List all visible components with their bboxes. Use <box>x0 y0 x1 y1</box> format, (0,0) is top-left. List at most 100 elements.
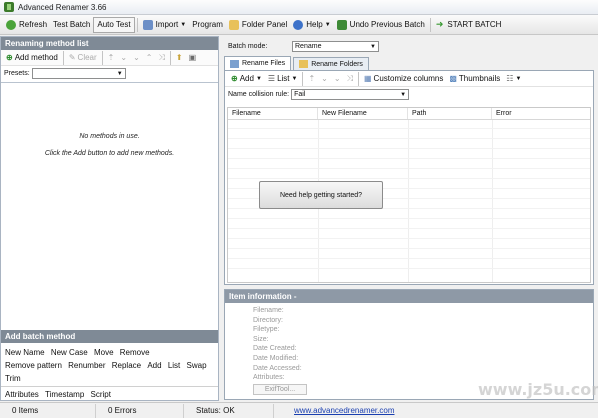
add-icon: ⊕ <box>6 53 13 62</box>
collision-rule-select[interactable]: Fail ▼ <box>291 88 410 100</box>
move-bottom-button[interactable]: ⌄ <box>331 74 344 83</box>
shuffle-button[interactable]: ⤨ <box>155 53 167 63</box>
methods-list[interactable]: No methods in use. Click the Add button … <box>1 82 218 322</box>
grid-line <box>228 168 590 169</box>
auto-test-toggle[interactable]: Auto Test <box>93 16 135 33</box>
save-preset-button[interactable]: ▣ <box>186 53 200 62</box>
clear-icon: ✎ <box>68 53 76 62</box>
toolbar-divider <box>169 50 171 65</box>
tab-rename-folders[interactable]: Rename Folders <box>293 57 369 70</box>
empty-methods-message: No methods in use. <box>79 133 140 140</box>
chevron-down-icon: ▼ <box>180 21 187 28</box>
batch-method-remove[interactable]: Remove <box>120 346 150 359</box>
start-batch-button[interactable]: ➜ START BATCH <box>433 17 505 33</box>
collapse-button[interactable]: ⌄ <box>130 53 143 62</box>
toolbar-divider <box>357 71 359 86</box>
batch-method-trim[interactable]: Trim <box>5 372 21 385</box>
add-method-button[interactable]: ⊕ Add method <box>3 53 61 62</box>
program-button[interactable]: Program <box>189 17 226 33</box>
load-preset-button[interactable]: ⬆ <box>173 53 186 62</box>
column-path[interactable]: Path <box>408 108 492 119</box>
batch-method-move[interactable]: Move <box>94 346 114 359</box>
grid-line <box>228 258 590 259</box>
batch-method-list[interactable]: List <box>168 359 180 372</box>
clear-button[interactable]: ✎ Clear <box>66 53 100 62</box>
tab-rename-files[interactable]: Rename Files <box>224 56 292 70</box>
watermark: www.jz5u.com <box>478 380 598 399</box>
columns-icon: ▦ <box>363 74 372 83</box>
chevron-down-icon: ▼ <box>291 75 298 82</box>
batch-mode-label: Batch mode: <box>228 42 268 50</box>
chevron-up-icon: ⌃ <box>145 53 153 62</box>
status-text: Status: OK <box>184 403 274 418</box>
grid-line <box>228 148 590 149</box>
move-down-button[interactable]: ⌄ <box>117 53 130 62</box>
batch-method-script[interactable]: Script <box>91 389 111 401</box>
field-date-modified: Date Modified: <box>253 354 299 362</box>
undo-previous-batch-button[interactable]: Undo Previous Batch <box>334 17 428 33</box>
batch-method-renumber[interactable]: Renumber <box>68 359 105 372</box>
folder-panel-button[interactable]: Folder Panel <box>226 17 290 33</box>
empty-methods-hint: Click the Add button to add new methods. <box>44 150 175 157</box>
move-up-button[interactable]: ⇡ <box>105 53 118 62</box>
batch-mode-select[interactable]: Rename ▼ <box>292 40 379 52</box>
window-title: Advanced Renamer 3.66 <box>18 2 107 12</box>
batch-method-attributes[interactable]: Attributes <box>5 389 39 401</box>
import-menu-button[interactable]: Import ▼ <box>140 17 190 33</box>
column-new-filename[interactable]: New Filename <box>318 108 408 119</box>
field-filetype: Filetype: <box>253 326 280 334</box>
status-items: 0 Items <box>0 403 96 418</box>
arrow-up-icon: ⇡ <box>107 53 115 62</box>
chevron-down-icon: ▼ <box>400 91 407 98</box>
batch-method-add[interactable]: Add <box>147 359 161 372</box>
toolbar-divider <box>429 17 431 32</box>
refresh-icon <box>6 19 16 30</box>
batch-method-new-case[interactable]: New Case <box>51 346 88 359</box>
chevron-down-icon: ▼ <box>255 75 262 82</box>
move-down-button[interactable]: ⌄ <box>318 74 331 83</box>
grid-view-icon: ☷ <box>506 74 514 83</box>
chevron-down-icon: ▼ <box>116 70 123 77</box>
column-filename[interactable]: Filename <box>228 108 318 119</box>
shuffle-button[interactable]: ⤨ <box>344 74 356 84</box>
view-menu-button[interactable]: ☷ ▼ <box>503 74 524 83</box>
field-date-created: Date Created: <box>253 345 297 353</box>
website-link[interactable]: www.advancedrenamer.com <box>274 406 395 415</box>
chevron-down-icon: ⌄ <box>133 53 140 62</box>
thumbnails-button[interactable]: ▩ Thumbnails <box>446 74 503 83</box>
field-directory: Directory: <box>253 316 283 324</box>
save-icon: ▣ <box>188 53 197 62</box>
help-menu-button[interactable]: Help ▼ <box>290 17 333 33</box>
file-tabs: Rename Files Rename Folders <box>224 56 371 70</box>
move-up-button[interactable]: ⇡ <box>305 74 318 83</box>
grid-line <box>228 238 590 239</box>
expand-button[interactable]: ⌃ <box>143 53 156 62</box>
add-batch-method-header: Add batch method <box>1 330 218 343</box>
help-icon <box>293 19 304 30</box>
grid-line <box>228 248 590 249</box>
help-getting-started-button[interactable]: Need help getting started? <box>259 181 383 209</box>
presets-label: Presets: <box>4 69 30 77</box>
batch-method-remove-pattern[interactable]: Remove pattern <box>5 359 62 372</box>
presets-select[interactable]: ▼ <box>31 67 126 79</box>
test-batch-button[interactable]: Test Batch <box>50 17 93 33</box>
add-files-button[interactable]: ⊕ Add ▼ <box>228 74 265 83</box>
exiftool-button[interactable]: ExifTool... <box>253 384 307 395</box>
list-menu-button[interactable]: ☰ List ▼ <box>265 74 301 83</box>
upload-icon: ⬆ <box>175 53 183 62</box>
batch-method-replace[interactable]: Replace <box>112 359 141 372</box>
undo-icon <box>336 19 347 30</box>
item-information-header: Item information - <box>225 290 593 303</box>
grid-line <box>228 218 590 219</box>
files-grid[interactable]: Filename New Filename Path Error Need he… <box>227 107 591 283</box>
refresh-button[interactable]: Refresh <box>3 17 50 33</box>
customize-columns-button[interactable]: ▦ Customize columns <box>361 74 446 83</box>
batch-method-new-name[interactable]: New Name <box>5 346 45 359</box>
app-icon <box>4 2 14 12</box>
chevron-down-icon: ▼ <box>515 75 522 82</box>
batch-method-timestamp[interactable]: Timestamp <box>45 389 84 401</box>
status-bar: 0 Items 0 Errors Status: OK www.advanced… <box>0 402 598 418</box>
grid-line <box>228 158 590 159</box>
column-error[interactable]: Error <box>492 108 590 119</box>
batch-method-swap[interactable]: Swap <box>187 359 207 372</box>
